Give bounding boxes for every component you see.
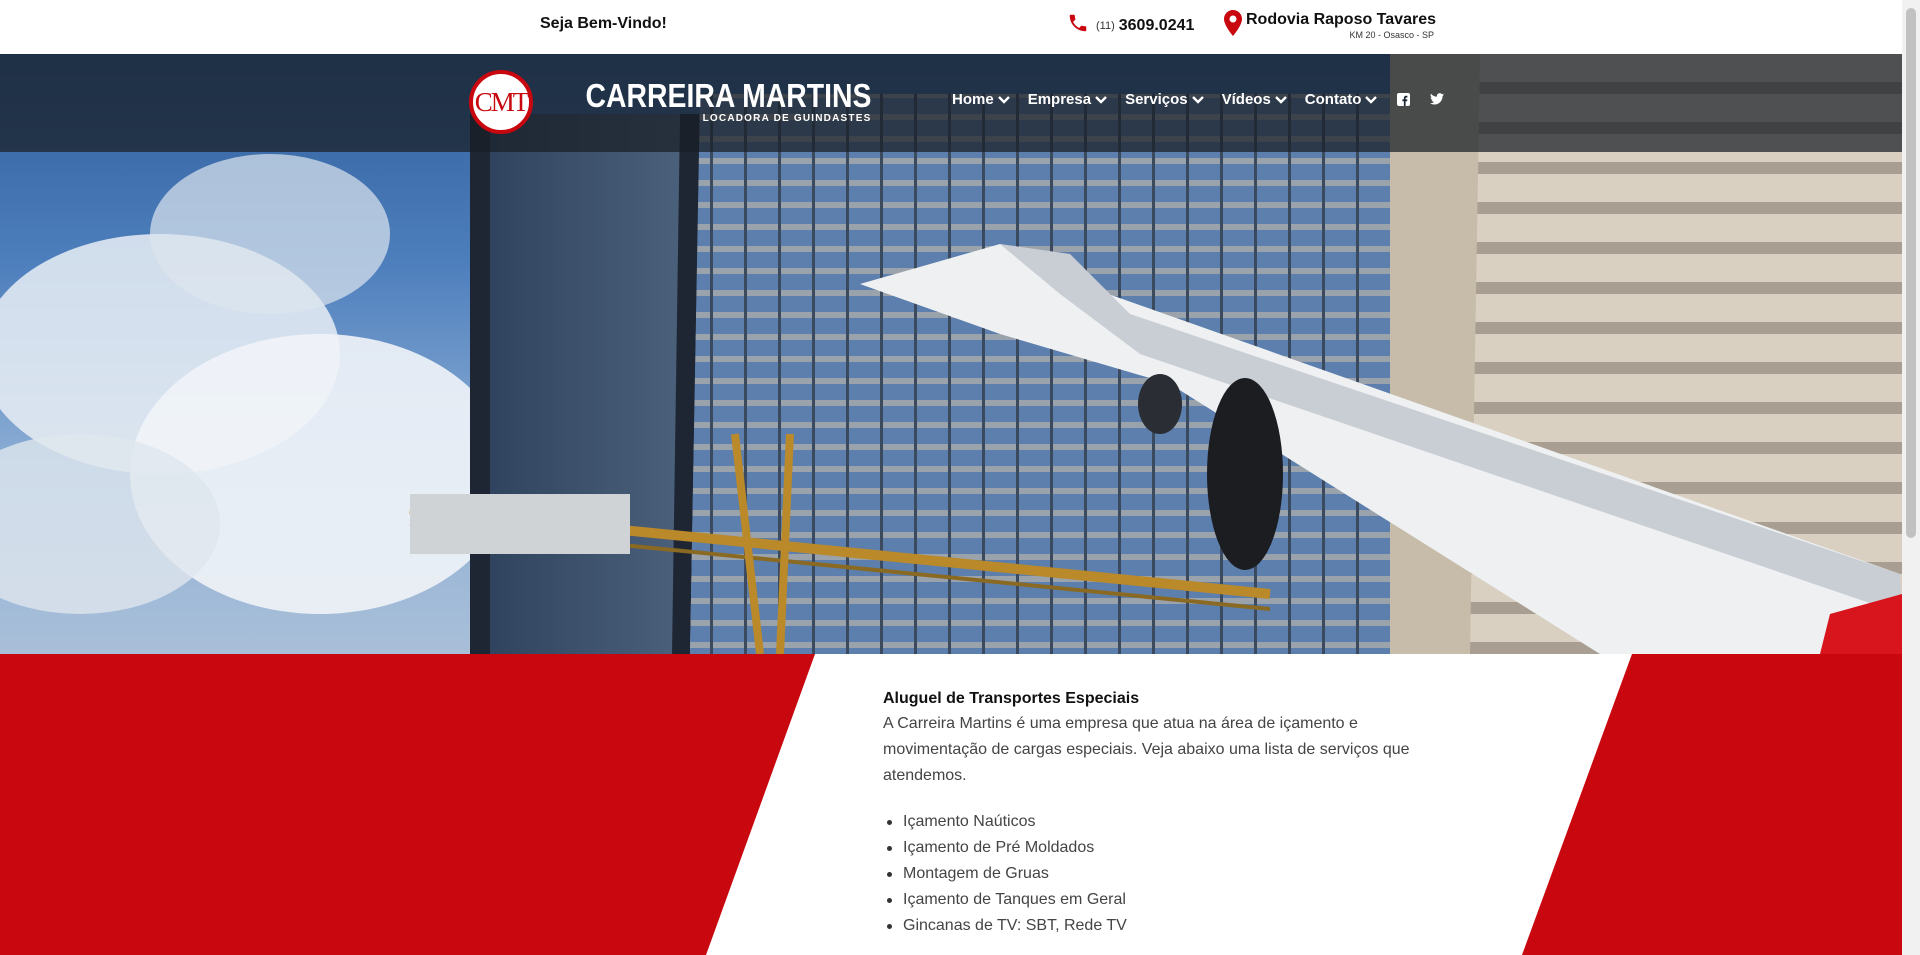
list-item: Gincanas de TV: SBT, Rede TV — [883, 913, 1423, 939]
services-section: Aluguel de Transportes Especiais A Carre… — [0, 654, 1902, 955]
section-title: Aluguel de Transportes Especiais — [883, 690, 1140, 707]
nav-item-empresa[interactable]: Empresa — [1028, 91, 1107, 108]
logo[interactable]: CMT CARREIRA MARTINS LOCADORA DE GUINDAS… — [469, 70, 871, 134]
services-text: Aluguel de Transportes Especiais A Carre… — [883, 687, 1423, 939]
logo-monogram: CMT — [474, 86, 529, 117]
phone-area-code: (11) — [1096, 19, 1115, 32]
nav-label: Serviços — [1125, 90, 1188, 108]
location-subtitle: KM 20 - Osasco - SP — [1349, 30, 1434, 40]
main-menu: Home Empresa Serviços Vídeos Contato — [952, 90, 1463, 108]
bullet — [887, 897, 892, 903]
nav-item-servicos[interactable]: Serviços — [1125, 91, 1204, 108]
service-label: Içamento Naúticos — [903, 813, 1036, 830]
nav-label: Home — [952, 90, 994, 108]
hero-banner: CMT CARREIRA MARTINS LOCADORA DE GUINDAS… — [0, 54, 1902, 654]
service-label: Gincanas de TV: SBT, Rede TV — [903, 917, 1127, 934]
scrollbar-thumb[interactable] — [1906, 8, 1916, 538]
nav-label: Contato — [1304, 90, 1362, 108]
nav-label: Empresa — [1027, 90, 1092, 108]
list-item: Içamento de Tanques em Geral — [883, 887, 1423, 913]
welcome-text: Seja Bem-Vindo! — [540, 15, 667, 32]
list-item: Montagem de Gruas — [883, 861, 1423, 887]
service-label: Montagem de Gruas — [903, 865, 1049, 882]
bullet — [887, 923, 892, 929]
chevron-down-icon — [997, 95, 1010, 104]
location-title: Rodovia Raposo Tavares — [1246, 11, 1436, 28]
chevron-down-icon — [1191, 95, 1204, 104]
bullet — [887, 819, 892, 825]
logo-name: CARREIRA MARTINS — [585, 77, 872, 114]
chevron-down-icon — [1365, 95, 1378, 104]
nav-item-videos[interactable]: Vídeos — [1222, 91, 1287, 108]
chevron-down-icon — [1274, 95, 1287, 104]
bullet — [887, 845, 892, 851]
logo-tagline: LOCADORA DE GUINDASTES — [702, 113, 872, 124]
nav-item-contato[interactable]: Contato — [1305, 91, 1378, 108]
section-description: A Carreira Martins é uma empresa que atu… — [883, 715, 1410, 784]
chevron-down-icon — [1095, 95, 1107, 104]
facebook-icon[interactable] — [1395, 90, 1411, 108]
twitter-icon[interactable] — [1429, 90, 1445, 108]
page-scrollbar[interactable] — [1902, 0, 1920, 955]
phone-number: 3609.0241 — [1118, 16, 1195, 34]
list-item: Içamento Naúticos — [883, 809, 1423, 835]
main-navbar: CMT CARREIRA MARTINS LOCADORA DE GUINDAS… — [0, 54, 1902, 152]
phone-icon — [1066, 12, 1090, 39]
nav-label: Vídeos — [1221, 90, 1271, 108]
logo-emblem: CMT — [469, 70, 533, 134]
services-list: Içamento Naúticos Içamento de Pré Moldad… — [883, 809, 1423, 939]
location-contact[interactable]: Rodovia Raposo Tavares KM 20 - Osasco - … — [1224, 10, 1436, 41]
nav-item-home[interactable]: Home — [952, 91, 1010, 108]
service-label: Içamento de Tanques em Geral — [903, 891, 1126, 908]
service-label: Içamento de Pré Moldados — [903, 839, 1095, 856]
top-bar: Seja Bem-Vindo! (11) 3609.0241 Rodovia R… — [0, 0, 1902, 54]
list-item: Içamento de Pré Moldados — [883, 835, 1423, 861]
phone-contact[interactable]: (11) 3609.0241 — [1066, 12, 1194, 39]
map-pin-icon — [1224, 10, 1242, 41]
bullet — [887, 871, 892, 877]
